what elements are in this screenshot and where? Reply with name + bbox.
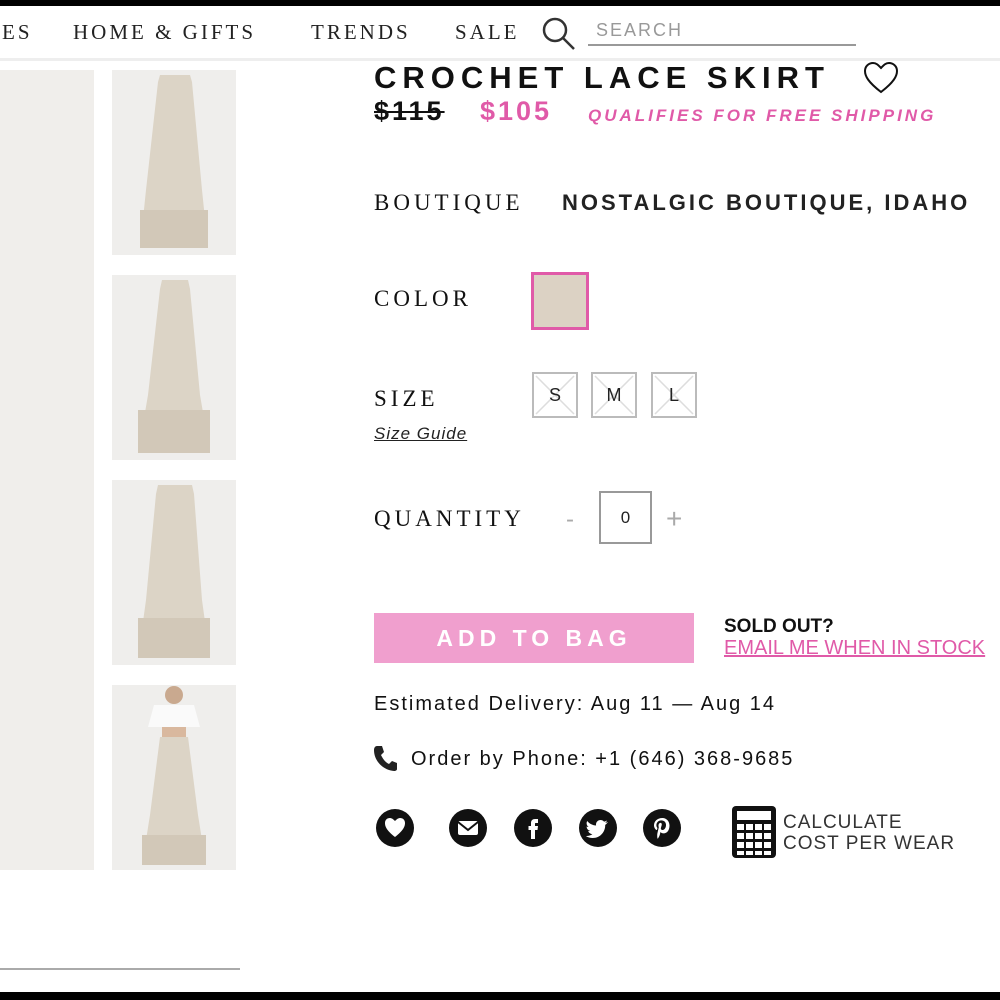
sale-price: $105 xyxy=(480,96,553,126)
size-option-label: L xyxy=(668,385,679,405)
calculate-line-2: COST PER WEAR xyxy=(783,833,956,854)
phone-icon xyxy=(374,746,397,771)
product-title: CROCHET LACE SKIRT xyxy=(374,60,830,95)
search-icon[interactable] xyxy=(540,16,578,52)
pinterest-icon[interactable] xyxy=(643,809,681,847)
heart-outline-icon[interactable] xyxy=(862,60,900,96)
size-option-s[interactable]: S xyxy=(532,372,578,418)
nav-item-home-gifts[interactable]: HOME & GIFTS xyxy=(73,20,256,45)
facebook-icon[interactable] xyxy=(514,809,552,847)
product-thumbnail[interactable] xyxy=(112,275,236,460)
nav-item-trends[interactable]: TRENDS xyxy=(311,20,411,45)
sold-out-label: SOLD OUT? xyxy=(724,616,834,637)
size-option-l[interactable]: L xyxy=(651,372,697,418)
top-navigation: ES HOME & GIFTS TRENDS SALE xyxy=(0,6,1000,58)
calculator-icon[interactable] xyxy=(732,806,776,858)
estimated-delivery: Estimated Delivery: Aug 11 — Aug 14 xyxy=(374,693,777,715)
product-thumbnail[interactable] xyxy=(112,480,236,665)
order-by-phone: Order by Phone: +1 (646) 368-9685 xyxy=(411,748,795,770)
nav-item-partial[interactable]: ES xyxy=(2,20,33,45)
twitter-icon[interactable] xyxy=(579,809,617,847)
size-option-m[interactable]: M xyxy=(591,372,637,418)
quantity-label: QUANTITY xyxy=(374,506,525,531)
email-when-in-stock-link[interactable]: EMAIL ME WHEN IN STOCK xyxy=(724,637,985,660)
boutique-label: BOUTIQUE xyxy=(374,190,524,215)
nav-item-sale[interactable]: SALE xyxy=(455,20,520,45)
size-option-label: M xyxy=(606,385,622,405)
product-thumbnail[interactable] xyxy=(112,70,236,255)
size-guide-link[interactable]: Size Guide xyxy=(374,424,467,444)
original-price: $115 xyxy=(374,96,445,126)
main-product-image[interactable] xyxy=(0,70,94,870)
free-shipping-note: QUALIFIES FOR FREE SHIPPING xyxy=(588,106,937,125)
color-label: COLOR xyxy=(374,286,472,311)
quantity-field[interactable]: 0 xyxy=(599,491,652,544)
calculate-line-1: CALCULATE xyxy=(783,812,903,833)
search-input[interactable] xyxy=(588,16,856,46)
boutique-name: NOSTALGIC BOUTIQUE, IDAHO xyxy=(562,190,971,215)
calculate-cost-per-wear-link[interactable]: CALCULATE COST PER WEAR xyxy=(783,812,955,854)
quantity-decrement-button[interactable]: - xyxy=(566,506,574,534)
gallery-divider xyxy=(0,968,240,970)
product-thumbnail[interactable] xyxy=(112,685,236,870)
size-option-label: S xyxy=(548,385,561,405)
size-label: SIZE xyxy=(374,386,439,411)
email-icon[interactable] xyxy=(449,809,487,847)
heart-icon[interactable] xyxy=(376,809,414,847)
color-swatch[interactable] xyxy=(531,272,589,330)
bottom-border xyxy=(0,992,1000,1000)
add-to-bag-button[interactable]: ADD TO BAG xyxy=(374,613,694,663)
quantity-increment-button[interactable]: + xyxy=(666,503,682,535)
